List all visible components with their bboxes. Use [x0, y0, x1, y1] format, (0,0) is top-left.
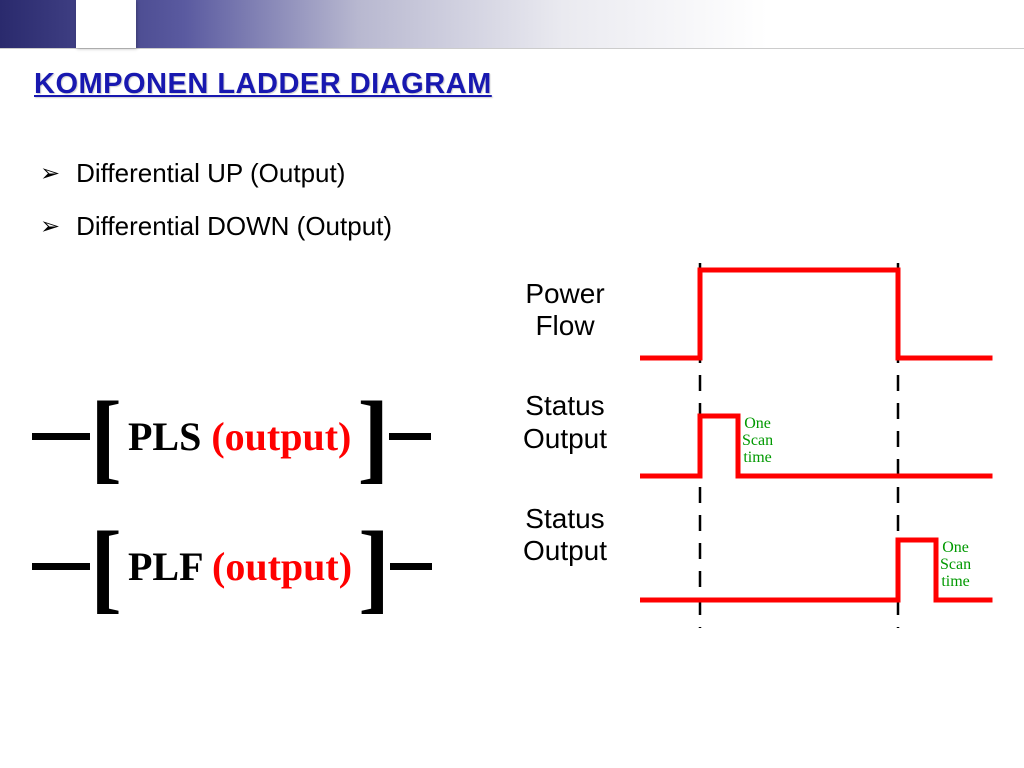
- timing-labels: Power Flow Status Output Status Output: [500, 278, 630, 615]
- rail-left: [32, 563, 90, 570]
- scan-time-label-2: One Scan time: [940, 540, 971, 590]
- plf-label: PLF (output): [122, 543, 358, 590]
- rail-left: [32, 433, 90, 440]
- label-power-flow: Power Flow: [500, 278, 630, 342]
- timing-diagram: One Scan time One Scan time: [640, 258, 1010, 643]
- bullet-list: ➢ Differential UP (Output) ➢ Differentia…: [40, 158, 392, 264]
- label-status-output-2: Status Output: [500, 503, 630, 567]
- header-box: [76, 0, 136, 48]
- bracket-left-icon: [: [90, 537, 122, 597]
- bullet-item-1: ➢ Differential UP (Output): [40, 158, 392, 189]
- ladder-pls: [ PLS (output) ]: [32, 408, 431, 466]
- bullet-item-2: ➢ Differential DOWN (Output): [40, 211, 392, 242]
- bullet-text: Differential DOWN (Output): [76, 211, 392, 242]
- scan-time-label-1: One Scan time: [742, 416, 773, 466]
- bracket-left-icon: [: [90, 407, 122, 467]
- chevron-right-icon: ➢: [40, 159, 60, 188]
- rail-right: [389, 433, 431, 440]
- page-title: KOMPONEN LADDER DIAGRAM: [34, 68, 492, 101]
- ladder-plf: [ PLF (output) ]: [32, 538, 432, 596]
- rail-right: [390, 563, 432, 570]
- header-gradient: [0, 0, 1024, 49]
- chevron-right-icon: ➢: [40, 212, 60, 241]
- bullet-text: Differential UP (Output): [76, 158, 345, 189]
- bracket-right-icon: ]: [357, 407, 389, 467]
- pls-label: PLS (output): [122, 413, 357, 460]
- bracket-right-icon: ]: [358, 537, 390, 597]
- label-status-output-1: Status Output: [500, 390, 630, 454]
